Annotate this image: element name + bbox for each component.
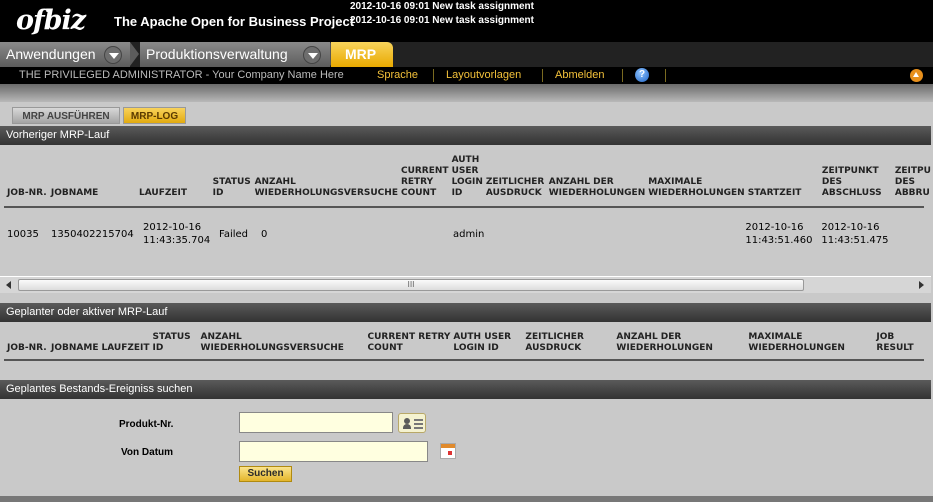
col-attempts: ANZAHL WIEDERHOLUNGSVERSUCHE: [254, 177, 398, 198]
planned-run-table: JOB-NR. JOBNAME LAUFZEIT STATUS ID ANZAHL…: [6, 330, 925, 356]
tab-label: Anwendungen: [6, 46, 96, 62]
cell-cancelled: [894, 220, 927, 248]
chevron-down-icon[interactable]: [303, 46, 321, 64]
col-retry-count: CURRENT RETRY COUNT: [367, 332, 451, 353]
lookup-icon-part: [414, 419, 423, 421]
section-title-search: Geplantes Bestands-Ereigniss suchen: [0, 380, 931, 399]
calendar-icon[interactable]: [440, 443, 456, 459]
separator: [542, 69, 543, 82]
col-status: STATUS ID: [212, 177, 251, 198]
col-laufzeit: LAUFZEIT: [101, 343, 150, 353]
from-date-input[interactable]: [239, 441, 428, 462]
scrollbar-thumb[interactable]: III: [18, 279, 804, 291]
arrow-up-icon[interactable]: [910, 69, 923, 82]
col-max-repetitions: MAXIMALE WIEDERHOLUNGEN: [648, 177, 745, 198]
help-icon[interactable]: ?: [635, 68, 649, 82]
search-button[interactable]: Suchen: [239, 466, 292, 482]
notification-item[interactable]: 2012-10-16 09:01 New task assignment: [350, 14, 534, 28]
col-repetitions: ANZAHL DER WIEDERHOLUNGEN: [616, 332, 713, 353]
app-header: ofbiz The Apache Open for Business Proje…: [0, 0, 933, 42]
horizontal-scrollbar[interactable]: III: [0, 276, 931, 293]
cell-job-nr: 10035: [7, 228, 39, 240]
col-finished: ZEITPUNKT DES ABSCHLUSS: [821, 166, 882, 198]
cell-expression: [485, 220, 548, 248]
product-input[interactable]: [239, 412, 393, 433]
section-title-planned-run: Geplanter oder aktiver MRP-Lauf: [0, 303, 931, 322]
cell-retry-count: [404, 220, 452, 248]
separator: [665, 69, 666, 82]
breadcrumb-separator: [130, 42, 139, 66]
previous-run-rows: 10035 1350402215704 2012-10-16 11:43:35.7…: [6, 220, 927, 248]
cell-repetitions: [548, 220, 646, 248]
from-date-label: Von Datum: [121, 447, 174, 458]
table-header-row: JOB-NR. JOBNAME LAUFZEIT STATUS ID ANZAHL…: [6, 330, 925, 356]
lookup-icon-part: [414, 427, 423, 429]
tab-label: Produktionsverwaltung: [146, 46, 288, 62]
language-link[interactable]: Sprache: [377, 67, 418, 84]
notification-item[interactable]: 2012-10-16 09:01 New task assignment: [350, 0, 534, 14]
lookup-icon-part: [403, 424, 411, 429]
cell-status: Failed: [219, 228, 249, 240]
cell-laufzeit: 2012-10-16 11:43:35.704: [143, 222, 211, 246]
header-divider: [0, 84, 933, 102]
col-repetitions: ANZAHL DER WIEDERHOLUNGEN: [548, 177, 646, 198]
layouts-link[interactable]: Layoutvorlagen: [446, 67, 521, 84]
app-navigation: Anwendungen Produktionsverwaltung MRP: [0, 42, 933, 67]
col-expression: ZEITLICHER AUSDRUCK: [485, 177, 545, 198]
cell-start: 2012-10-16 11:43:51.460: [745, 222, 813, 246]
table-row[interactable]: 10035 1350402215704 2012-10-16 11:43:35.7…: [6, 220, 927, 248]
tab-produktionsverwaltung[interactable]: Produktionsverwaltung: [140, 42, 330, 67]
header-rule: [4, 359, 924, 361]
cell-jobname: 1350402215704: [51, 228, 134, 240]
product-label: Produkt-Nr.: [119, 419, 174, 430]
cell-auth-user: admin: [453, 228, 485, 240]
col-jobname: JOBNAME: [51, 343, 99, 353]
scroll-right-icon[interactable]: [914, 278, 928, 292]
footer-bar: [0, 496, 933, 502]
scroll-left-icon[interactable]: [2, 278, 16, 292]
lookup-icon-part: [414, 423, 423, 425]
col-start: STARTZEIT: [747, 188, 802, 198]
tab-mrp-log[interactable]: MRP-LOG: [123, 107, 186, 124]
col-laufzeit: LAUFZEIT: [138, 188, 188, 198]
col-max-repetitions: MAXIMALE WIEDERHOLUNGEN: [748, 332, 845, 353]
table-header-row: JOB-NR. JOBNAME LAUFZEIT STATUS ID ANZAHL…: [6, 153, 933, 201]
col-jobname: JOBNAME: [50, 188, 99, 198]
cell-attempts: 0: [261, 228, 268, 240]
tab-anwendungen[interactable]: Anwendungen: [0, 42, 130, 67]
col-retry-count: CURRENT RETRY COUNT: [400, 166, 449, 198]
header-rule: [4, 206, 924, 208]
user-name: THE PRIVILEGED ADMINISTRATOR - Your Comp…: [19, 69, 344, 81]
col-cancelled: ZEITPU DES ABBRU: [894, 166, 931, 198]
user-bar: THE PRIVILEGED ADMINISTRATOR - Your Comp…: [0, 67, 933, 84]
separator: [622, 69, 623, 82]
notification-list: 2012-10-16 09:01 New task assignment 201…: [350, 0, 534, 28]
col-auth-user: AUTH USER LOGIN ID: [451, 155, 483, 198]
col-auth-user: AUTH USER LOGIN ID: [453, 332, 512, 353]
previous-run-table: JOB-NR. JOBNAME LAUFZEIT STATUS ID ANZAHL…: [6, 153, 933, 201]
section-title-previous-run: Vorheriger MRP-Lauf: [0, 126, 931, 145]
col-job-nr: JOB-NR.: [7, 188, 47, 198]
col-status: STATUS ID: [152, 332, 191, 353]
ofbiz-logo[interactable]: ofbiz: [6, 3, 98, 37]
cell-max-repetitions: [646, 220, 744, 248]
logout-link[interactable]: Abmelden: [555, 67, 605, 84]
cell-finished: 2012-10-16 11:43:51.475: [821, 222, 889, 246]
chevron-down-icon[interactable]: [104, 46, 122, 64]
logo-text: ofbiz: [16, 5, 86, 36]
tab-mrp[interactable]: MRP: [331, 42, 393, 67]
tab-mrp-run[interactable]: MRP AUSFÜHREN: [12, 107, 120, 124]
col-job-result: JOB RESULT: [876, 332, 914, 353]
lookup-icon[interactable]: [398, 413, 426, 433]
project-title: The Apache Open for Business Project: [114, 14, 355, 29]
col-job-nr: JOB-NR.: [7, 343, 47, 353]
tab-label: MRP: [345, 46, 377, 62]
col-attempts: ANZAHL WIEDERHOLUNGSVERSUCHE: [200, 332, 344, 353]
separator: [433, 69, 434, 82]
col-expression: ZEITLICHER AUSDRUCK: [525, 332, 584, 353]
